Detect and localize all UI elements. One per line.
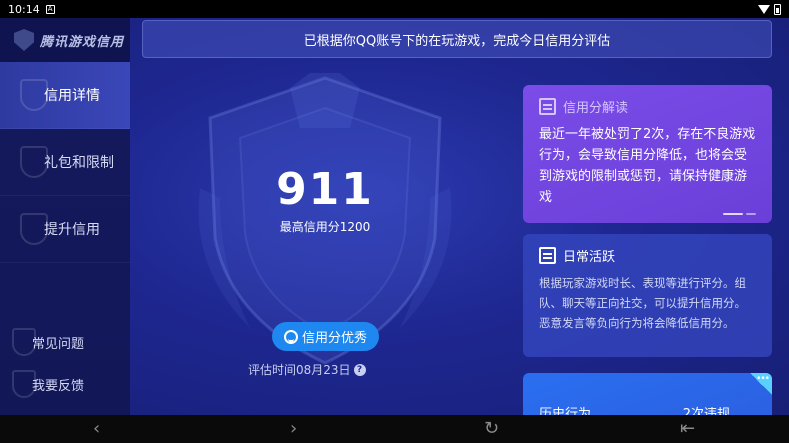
sidebar-item-label: 信用详情 xyxy=(44,88,100,104)
shield-icon xyxy=(12,370,36,398)
sidebar-item-gifts-limits[interactable]: 礼包和限制 xyxy=(0,129,130,196)
history-behavior-card[interactable]: ••• 历史行为 2次违规 xyxy=(523,373,772,415)
grade-label: 信用分优秀 xyxy=(301,331,367,346)
card-title: 日常活跃 xyxy=(563,250,616,265)
score-max: 最高信用分1200 xyxy=(279,220,371,234)
sidebar-item-faq[interactable]: 常见问题 xyxy=(0,324,130,360)
battery-icon xyxy=(774,3,781,15)
app-logo: 腾讯游戏信用 xyxy=(0,18,130,62)
sidebar-item-label: 常见问题 xyxy=(32,336,85,352)
document-icon xyxy=(539,98,556,115)
sidebar-item-label: 礼包和限制 xyxy=(44,155,114,171)
help-icon[interactable]: ? xyxy=(353,363,366,376)
shield-icon xyxy=(12,328,36,356)
card-body: 根据玩家游戏时长、表现等进行评分。组队、聊天等正向社交，可以提升信用分。恶意发言… xyxy=(539,276,746,330)
score-value: 911 xyxy=(276,164,374,215)
main-content: 已根据你QQ账号下的在玩游戏，完成今日信用分评估 911 最高信用分1200 信… xyxy=(130,18,789,415)
card-title: 信用分解读 xyxy=(563,101,629,116)
sidebar-item-feedback[interactable]: 我要反馈 xyxy=(0,366,130,402)
refresh-icon[interactable]: ↻ xyxy=(484,420,499,438)
history-value: 2次违规 xyxy=(682,407,730,415)
daily-activity-card[interactable]: 日常活跃 根据玩家游戏时长、表现等进行评分。组队、聊天等正向社交，可以提升信用分… xyxy=(523,234,772,357)
more-icon: ••• xyxy=(756,374,770,384)
card-body: 最近一年被处罚了2次，存在不良游戏行为，会导致信用分降低，也将会受到游戏的限制或… xyxy=(539,127,756,205)
credit-score: 911 最高信用分1200 xyxy=(250,168,400,235)
eval-time-text: 评估时间08月23日 xyxy=(248,363,351,377)
evaluation-time: 评估时间08月23日 ? xyxy=(248,361,408,378)
notification-icon: A xyxy=(45,4,55,14)
history-label: 历史行为 xyxy=(539,407,592,415)
document-icon xyxy=(539,247,556,264)
wifi-icon xyxy=(758,4,770,14)
status-bar: 10:14 A xyxy=(0,0,789,18)
forward-icon[interactable]: › xyxy=(290,420,297,438)
shield-icon xyxy=(20,213,48,245)
exit-icon[interactable]: ⇤ xyxy=(680,420,695,438)
sidebar: 腾讯游戏信用 信用详情 礼包和限制 提升信用 常见问题 我要反馈 xyxy=(0,18,130,415)
shield-logo-icon xyxy=(14,29,34,51)
shield-icon xyxy=(20,79,48,111)
credit-interpretation-card[interactable]: 信用分解读 最近一年被处罚了2次，存在不良游戏行为，会导致信用分降低，也将会受到… xyxy=(523,85,772,223)
smile-icon xyxy=(283,329,298,344)
back-icon[interactable]: ‹ xyxy=(93,420,100,438)
logo-text: 腾讯游戏信用 xyxy=(40,34,125,50)
sidebar-item-credit-details[interactable]: 信用详情 xyxy=(0,62,130,129)
page-indicator xyxy=(723,213,756,215)
sidebar-item-label: 我要反馈 xyxy=(32,378,85,394)
status-time: 10:14 xyxy=(8,2,40,16)
credit-grade-badge[interactable]: 信用分优秀 xyxy=(272,322,379,351)
sidebar-item-label: 提升信用 xyxy=(44,222,100,238)
sidebar-item-improve-credit[interactable]: 提升信用 xyxy=(0,196,130,263)
shield-icon xyxy=(20,146,48,178)
assessment-banner: 已根据你QQ账号下的在玩游戏，完成今日信用分评估 xyxy=(142,20,772,58)
system-nav-bar: ‹ › ↻ ⇤ xyxy=(0,415,789,443)
